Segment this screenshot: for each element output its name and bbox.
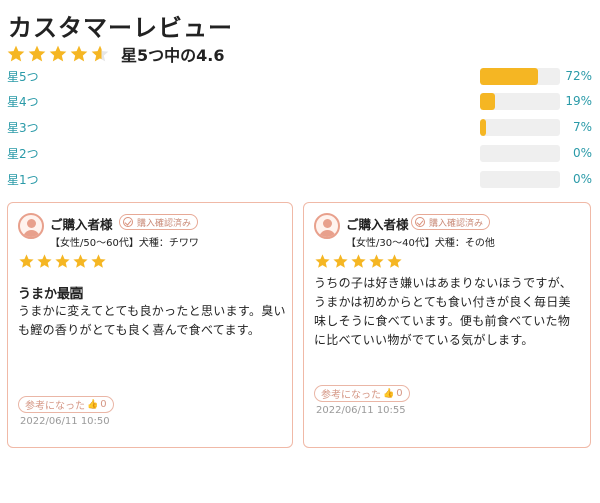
star-icon [91, 45, 109, 62]
distribution-bar-fill [480, 93, 496, 110]
helpful-button[interactable]: 参考になった 👍 0 [314, 385, 410, 402]
star-icon [73, 254, 88, 268]
distribution-row-3[interactable]: 星3つ 7% [0, 117, 600, 137]
distribution-label[interactable]: 星2つ [7, 145, 39, 162]
star-icon [49, 45, 67, 62]
thumbs-up-icon: 👍 [87, 399, 99, 410]
distribution-bar-track [480, 171, 560, 188]
star-icon [55, 254, 70, 268]
helpful-label: 参考になった [25, 401, 85, 412]
helpful-count: 0 [396, 388, 403, 399]
reviewer-name: ご購入者様 [346, 217, 409, 232]
distribution-row-5[interactable]: 星5つ 72% [0, 66, 600, 86]
summary-stars [6, 44, 111, 64]
distribution-label[interactable]: 星4つ [7, 93, 39, 110]
helpful-label: 参考になった [321, 390, 381, 401]
check-circle-icon [123, 217, 133, 227]
distribution-label[interactable]: 星5つ [7, 68, 39, 85]
star-icon [70, 45, 88, 62]
distribution-bar-track [480, 93, 560, 110]
reviewer-meta: 【女性/30〜40代】犬種：その他 [346, 238, 495, 249]
review-card: ご購入者様 購入確認済み 【女性/50〜60代】犬種：チワワ うまか最高⃞ うま… [7, 202, 293, 448]
star-icon [315, 254, 330, 268]
thumbs-up-icon: 👍 [383, 388, 395, 399]
star-icon [7, 45, 25, 62]
review-stars [18, 253, 108, 270]
check-circle-icon [415, 217, 425, 227]
star-icon [28, 45, 46, 62]
star-icon [351, 254, 366, 268]
review-body: うちの子は好き嫌いはあまりないほうですが、うまかは初めからとても食い付きが良く毎… [314, 276, 573, 347]
avatar-icon [314, 213, 340, 239]
distribution-row-2[interactable]: 星2つ 0% [0, 143, 600, 163]
verified-badge: 購入確認済み [411, 214, 491, 230]
verified-label: 購入確認済み [429, 218, 484, 229]
star-icon [387, 254, 402, 268]
distribution-bar-track [480, 119, 560, 136]
rating-summary: 星5つ中の4.6 [6, 44, 225, 65]
reviewer-name: ご購入者様 [50, 217, 113, 232]
distribution-bar-track [480, 145, 560, 162]
verified-badge: 購入確認済み [119, 214, 199, 230]
avatar-icon [18, 213, 44, 239]
review-stars [314, 253, 404, 270]
distribution-percent[interactable]: 72% [558, 69, 592, 83]
rating-summary-text: 星5つ中の4.6 [121, 46, 225, 65]
review-title: うまか最高⃞ [18, 287, 84, 302]
verified-label: 購入確認済み [137, 218, 192, 229]
distribution-label[interactable]: 星1つ [7, 171, 39, 188]
distribution-percent[interactable]: 19% [558, 94, 592, 108]
distribution-bar-fill [480, 119, 486, 136]
star-icon [19, 254, 34, 268]
helpful-button[interactable]: 参考になった 👍 0 [18, 396, 114, 413]
review-date: 2022/06/11 10:55 [316, 405, 406, 416]
star-icon [37, 254, 52, 268]
star-icon [369, 254, 384, 268]
reviewer-meta: 【女性/50〜60代】犬種：チワワ [50, 238, 199, 249]
page-title: カスタマーレビュー [8, 14, 233, 42]
distribution-bar-fill [480, 68, 538, 85]
star-icon [333, 254, 348, 268]
review-date: 2022/06/11 10:50 [20, 416, 110, 427]
star-icon [91, 254, 106, 268]
distribution-percent[interactable]: 0% [558, 172, 592, 186]
distribution-bar-track [480, 68, 560, 85]
distribution-row-4[interactable]: 星4つ 19% [0, 91, 600, 111]
review-body: うまかに変えてとても良かったと思います。臭いも鰹の香りがとても良く喜んで食べてま… [18, 304, 286, 337]
distribution-label[interactable]: 星3つ [7, 119, 39, 136]
distribution-row-1[interactable]: 星1つ 0% [0, 169, 600, 189]
distribution-percent[interactable]: 7% [558, 120, 592, 134]
review-card: ご購入者様 購入確認済み 【女性/30〜40代】犬種：その他 うちの子は好き嫌い… [303, 202, 591, 448]
helpful-count: 0 [100, 399, 107, 410]
distribution-percent[interactable]: 0% [558, 146, 592, 160]
